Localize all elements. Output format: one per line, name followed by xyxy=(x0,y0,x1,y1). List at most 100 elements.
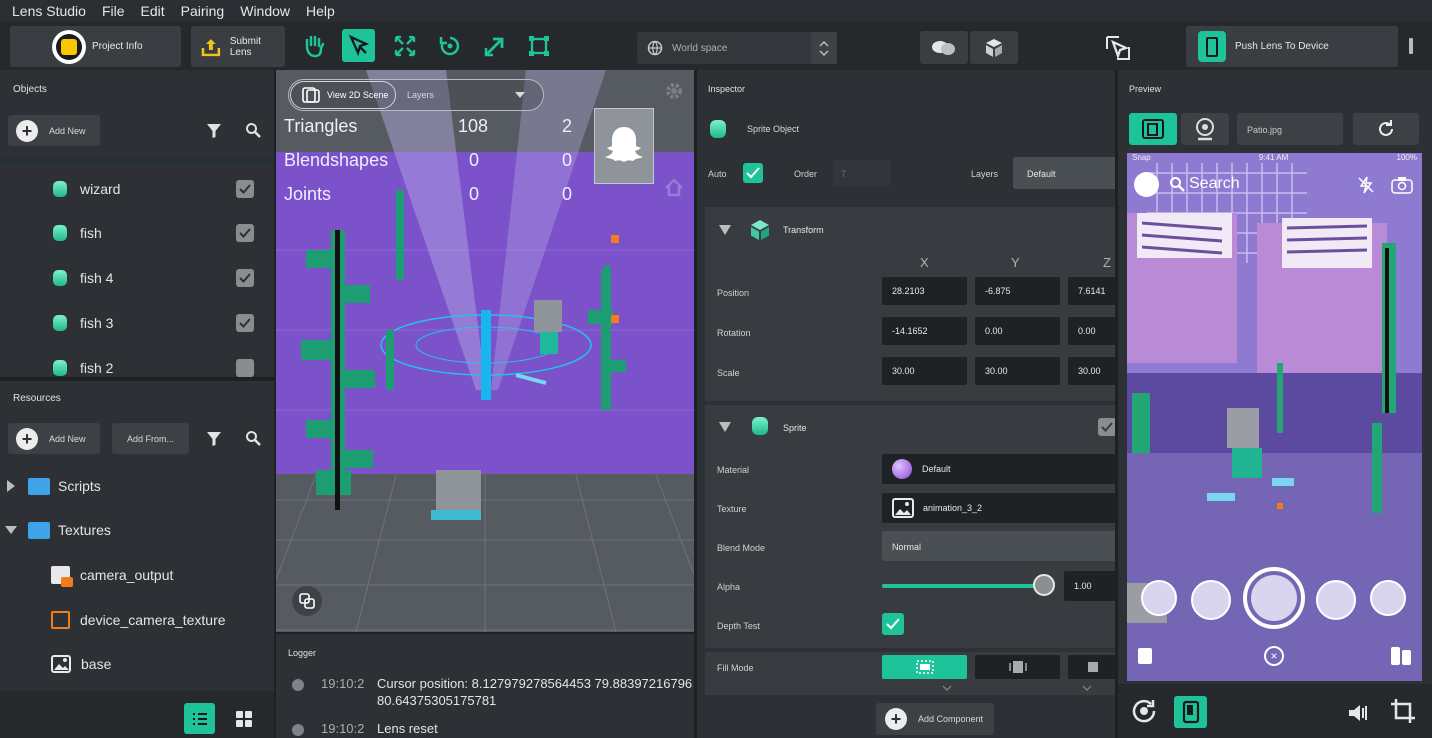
hand-tool[interactable] xyxy=(297,29,330,62)
object-row-fish-2[interactable]: fish 2 xyxy=(0,346,274,377)
rotation-y-field[interactable]: 0.00 xyxy=(975,317,1060,345)
add-from-button[interactable]: Add From... xyxy=(112,423,189,454)
filter-icon[interactable] xyxy=(206,123,222,139)
menu-edit[interactable]: Edit xyxy=(141,3,165,19)
rotation-z-field[interactable]: 0.00 xyxy=(1068,317,1115,345)
chevron-down-icon[interactable] xyxy=(1082,685,1092,691)
object-visibility-checkbox[interactable] xyxy=(236,269,254,287)
toolbar-scroll-handle[interactable] xyxy=(1409,38,1413,54)
snap-search-label[interactable]: Search xyxy=(1189,175,1240,193)
filter-icon[interactable] xyxy=(206,431,222,447)
collapse-triangle-icon[interactable] xyxy=(719,225,731,235)
snap-profile-avatar[interactable] xyxy=(1134,172,1159,197)
resource-device-camera-texture[interactable]: device_camera_texture xyxy=(0,598,274,642)
alpha-field[interactable]: 1.00 xyxy=(1064,571,1115,601)
rotate-tool[interactable] xyxy=(433,29,466,62)
submit-lens-button[interactable]: Submit Lens xyxy=(191,26,285,67)
preview-image-select[interactable]: Patio.jpg xyxy=(1237,113,1343,145)
layers-select[interactable]: Default xyxy=(1013,157,1115,189)
object-row-fish-4[interactable]: fish 4 xyxy=(0,256,274,300)
resource-base[interactable]: base xyxy=(0,642,274,686)
list-view-button[interactable] xyxy=(184,703,215,734)
space-stepper[interactable] xyxy=(811,32,837,64)
depth-test-checkbox[interactable] xyxy=(882,613,904,635)
menu-app[interactable]: Lens Studio xyxy=(12,3,86,19)
scale-y-field[interactable]: 30.00 xyxy=(975,357,1060,385)
device-preview-button[interactable] xyxy=(1174,696,1207,728)
move-tool[interactable] xyxy=(388,29,421,62)
position-y-field[interactable]: -6.875 xyxy=(975,277,1060,305)
lens-carousel-item[interactable] xyxy=(1191,580,1231,620)
fill-mode-stretch-button[interactable] xyxy=(882,655,967,679)
object-visibility-checkbox[interactable] xyxy=(236,224,254,242)
object-row-fish[interactable]: fish xyxy=(0,211,274,255)
resource-camera-output[interactable]: camera_output xyxy=(0,553,274,597)
chevron-down-icon[interactable] xyxy=(819,49,829,56)
order-field[interactable]: 7 xyxy=(833,160,891,186)
layers-dropdown[interactable]: Layers xyxy=(396,81,541,109)
auto-checkbox[interactable] xyxy=(743,163,763,183)
crop-icon[interactable] xyxy=(1390,698,1416,724)
scene-viewport[interactable]: View 2D Scene Layers Triangles 108 2 Blend… xyxy=(276,70,694,632)
select-tool[interactable] xyxy=(342,29,375,62)
scene-layout-button[interactable] xyxy=(292,586,322,616)
object-row-wizard[interactable]: wizard xyxy=(0,167,274,211)
sprite-enabled-checkbox[interactable] xyxy=(1098,418,1115,436)
search-icon[interactable] xyxy=(245,122,261,138)
collapse-triangle-icon[interactable] xyxy=(719,422,731,432)
blend-mode-select[interactable]: Normal xyxy=(882,531,1115,561)
material-field[interactable]: Default xyxy=(882,454,1115,484)
chevron-down-icon[interactable] xyxy=(942,685,952,691)
project-info-button[interactable]: Project Info xyxy=(10,26,181,67)
snap-search-icon[interactable] xyxy=(1169,176,1185,192)
resource-folder-scripts[interactable]: Scripts xyxy=(0,464,274,508)
preview-reset-button[interactable] xyxy=(1353,113,1419,145)
grid-view-button[interactable] xyxy=(228,703,259,734)
menu-pairing[interactable]: Pairing xyxy=(181,3,225,19)
menu-file[interactable]: File xyxy=(102,3,125,19)
fill-mode-fit-button[interactable] xyxy=(975,655,1060,679)
reset-camera-icon[interactable] xyxy=(1128,697,1160,725)
flip-camera-icon[interactable] xyxy=(1391,176,1413,194)
flash-off-icon[interactable] xyxy=(1357,176,1375,194)
capture-button[interactable] xyxy=(1243,567,1305,629)
scale-tool[interactable] xyxy=(478,29,511,62)
lens-carousel-item[interactable] xyxy=(1141,580,1177,616)
preview-phone-screen[interactable]: Snap 9:41 AM 100% Search × xyxy=(1127,153,1422,681)
speaker-icon[interactable] xyxy=(1347,702,1369,724)
scene-settings-gear-icon[interactable] xyxy=(664,81,684,101)
object-row-fish-3[interactable]: fish 3 xyxy=(0,301,274,345)
memories-icon[interactable] xyxy=(1138,648,1152,664)
cube-button[interactable] xyxy=(970,31,1018,64)
space-select[interactable]: World space xyxy=(637,32,837,64)
lens-carousel-item[interactable] xyxy=(1370,580,1406,616)
chevron-up-icon[interactable] xyxy=(819,40,829,47)
preview-mode-webcam-button[interactable] xyxy=(1181,113,1229,145)
object-visibility-checkbox[interactable] xyxy=(236,359,254,377)
alpha-slider-track[interactable] xyxy=(882,584,1044,588)
alpha-slider-thumb[interactable] xyxy=(1033,574,1055,596)
discover-icon[interactable] xyxy=(1391,647,1413,665)
texture-field[interactable]: animation_3_2 xyxy=(882,493,1115,523)
preview-mode-image-button[interactable] xyxy=(1129,113,1177,145)
add-component-button[interactable]: + Add Component xyxy=(876,703,994,735)
preview-select-button[interactable] xyxy=(1100,31,1136,64)
fill-mode-fill-button[interactable] xyxy=(1068,655,1115,679)
objects-add-new-button[interactable]: + Add New xyxy=(8,115,100,146)
position-x-field[interactable]: 28.2103 xyxy=(882,277,967,305)
search-icon[interactable] xyxy=(245,430,261,446)
object-visibility-checkbox[interactable] xyxy=(236,180,254,198)
scale-z-field[interactable]: 30.00 xyxy=(1068,357,1115,385)
caret-right-icon[interactable] xyxy=(6,480,16,492)
push-lens-button[interactable]: Push Lens To Device xyxy=(1186,26,1398,67)
menu-window[interactable]: Window xyxy=(240,3,290,19)
resources-add-new-button[interactable]: + Add New xyxy=(8,423,100,454)
rect-tool[interactable] xyxy=(522,29,555,62)
comments-button[interactable] xyxy=(920,31,968,64)
scale-x-field[interactable]: 30.00 xyxy=(882,357,967,385)
object-visibility-checkbox[interactable] xyxy=(236,314,254,332)
view-2d-scene-button[interactable]: View 2D Scene xyxy=(290,81,396,109)
rotation-x-field[interactable]: -14.1652 xyxy=(882,317,967,345)
lens-carousel-item[interactable] xyxy=(1316,580,1356,620)
position-z-field[interactable]: 7.6141 xyxy=(1068,277,1115,305)
